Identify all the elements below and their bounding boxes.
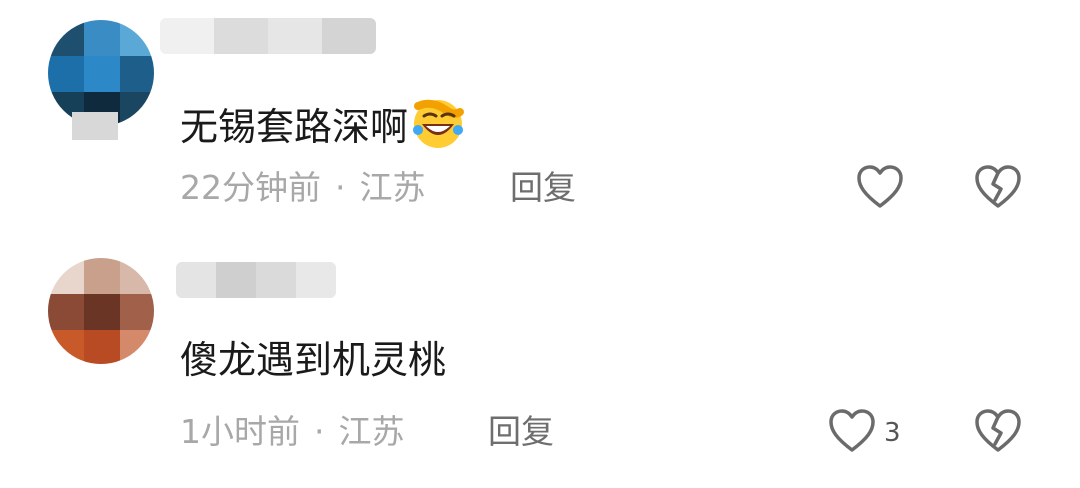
comment-meta: 1小时前 · 江苏	[180, 412, 405, 452]
comment-location: 江苏	[359, 168, 426, 207]
meta-separator: ·	[314, 412, 325, 451]
meta-separator: ·	[335, 168, 346, 207]
dislike-broken-heart-icon[interactable]	[974, 408, 1022, 458]
comment-meta: 22分钟前 · 江苏	[180, 168, 426, 208]
comment-text: 傻龙遇到机灵桃	[180, 336, 446, 384]
comment-time: 1小时前	[180, 412, 300, 451]
comment-body: 无锡套路深啊	[180, 105, 409, 149]
comment-location: 江苏	[338, 412, 405, 451]
like-count: 3	[884, 418, 901, 448]
like-heart-icon[interactable]	[828, 408, 876, 458]
like-heart-icon[interactable]	[856, 164, 904, 214]
comment-body: 傻龙遇到机灵桃	[180, 338, 447, 382]
avatar[interactable]	[48, 258, 154, 364]
username-blurred[interactable]	[176, 262, 336, 298]
comment-time: 22分钟前	[180, 168, 321, 207]
avatar-blur-fringe	[72, 112, 118, 140]
comment-text: 无锡套路深啊	[180, 94, 466, 161]
username-blurred[interactable]	[160, 18, 376, 54]
reply-button[interactable]: 回复	[488, 412, 554, 452]
dislike-broken-heart-icon[interactable]	[974, 164, 1022, 214]
reply-button[interactable]: 回复	[510, 168, 576, 208]
rofl-laughing-emoji-icon	[410, 94, 466, 161]
comment-item: 傻龙遇到机灵桃 1小时前 · 江苏 回复 3	[0, 240, 1080, 488]
comment-item: 无锡套路深啊 22分钟前 · 江苏 回复	[0, 0, 1080, 240]
avatar[interactable]	[48, 20, 154, 126]
